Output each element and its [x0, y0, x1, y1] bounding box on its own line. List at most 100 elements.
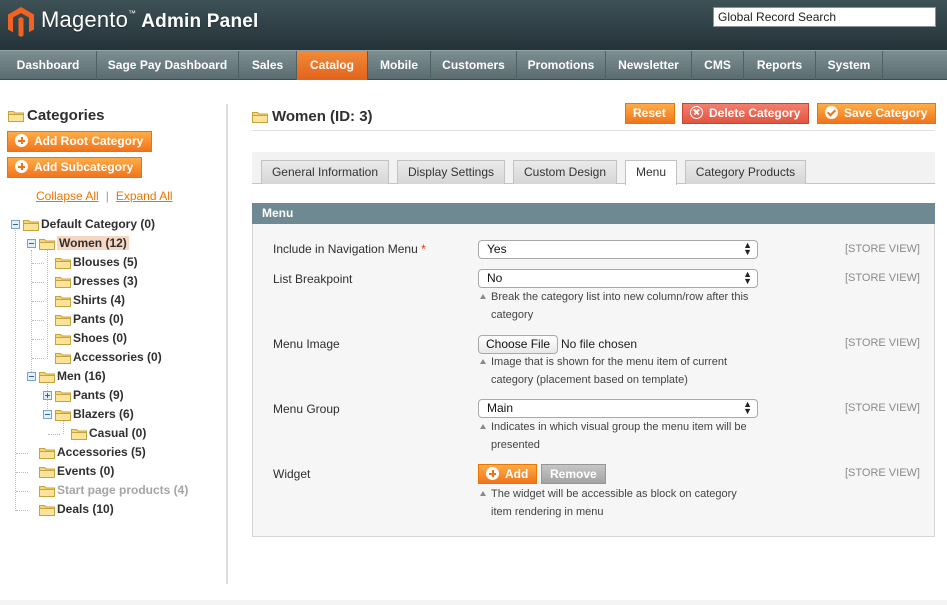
select-arrows-icon: ▲ ▼	[743, 240, 752, 257]
widget-add-button[interactable]: Add	[478, 464, 538, 484]
tree-connector	[32, 301, 44, 302]
tree-node-label: Pants (9)	[73, 388, 124, 402]
expand-icon[interactable]	[43, 391, 52, 400]
folder-icon	[55, 315, 71, 326]
folder-icon	[39, 239, 55, 250]
nav-system[interactable]: System	[816, 51, 883, 80]
folder-icon	[55, 410, 71, 421]
tree-node[interactable]: Blouses (5)	[32, 254, 138, 271]
tree-node[interactable]: Casual (0)	[48, 425, 146, 442]
category-folder-icon	[252, 112, 268, 123]
collapse-icon[interactable]	[27, 239, 36, 248]
include-nav-select[interactable]: Yes ▲ ▼	[478, 240, 758, 259]
include-nav-label-text: Include in Navigation Menu	[273, 242, 418, 256]
folder-icon	[55, 334, 71, 345]
tree-node-label: Shirts (4)	[73, 293, 126, 307]
folder-icon	[55, 258, 71, 269]
tree-node-label: Events (0)	[57, 464, 115, 478]
select-arrows-icon: ▲ ▼	[743, 399, 752, 416]
nav-sage-pay-dashboard[interactable]: Sage Pay Dashboard	[97, 51, 239, 80]
tree-connector	[16, 472, 28, 473]
tree-node[interactable]: Accessories (5)	[16, 444, 146, 461]
add-subcategory-label: Add Subcategory	[34, 160, 134, 174]
nav-sales[interactable]: Sales	[239, 51, 297, 80]
add-root-category-button[interactable]: Add Root Category	[7, 131, 153, 152]
tree-node[interactable]: Events (0)	[16, 463, 114, 480]
magento-logo-icon	[8, 7, 34, 37]
tab-category-products[interactable]: Category Products	[685, 160, 806, 184]
reset-label: Reset	[633, 106, 666, 120]
footer-strip	[0, 600, 947, 605]
tree-node[interactable]: Pants (9)	[43, 387, 124, 404]
menu-group-select[interactable]: Main ▲ ▼	[478, 399, 758, 418]
tree-connector	[32, 263, 44, 264]
tree-node[interactable]: Deals (10)	[16, 501, 114, 518]
tree-node[interactable]: Default Category (0)	[11, 216, 155, 233]
folder-icon	[39, 372, 55, 383]
nav-promotions[interactable]: Promotions	[517, 51, 606, 80]
tab-menu[interactable]: Menu	[625, 160, 677, 185]
tree-node[interactable]: Men (16)	[27, 368, 106, 385]
folder-icon	[55, 391, 71, 402]
tree-node[interactable]: Accessories (0)	[32, 349, 162, 366]
tree-node-label: Shoes (0)	[73, 331, 128, 345]
widget-note: The widget will be accessible as block o…	[480, 485, 760, 521]
tree-node[interactable]: Pants (0)	[32, 311, 124, 328]
tree-node-label: Deals (10)	[57, 502, 114, 516]
tree-node[interactable]: Blazers (6)	[43, 406, 134, 423]
nav-customers[interactable]: Customers	[431, 51, 517, 80]
nav-catalog[interactable]: Catalog	[297, 51, 368, 80]
tree-node-label: Casual (0)	[89, 426, 147, 440]
nav-reports[interactable]: Reports	[744, 51, 816, 80]
tree-connector	[32, 339, 44, 340]
nav-cms[interactable]: CMS	[692, 51, 744, 80]
tree-node[interactable]: Women (12)	[27, 235, 129, 252]
global-search-input[interactable]	[713, 7, 936, 27]
delete-category-button[interactable]: Delete Category	[682, 103, 810, 124]
widget-label: Widget	[273, 467, 311, 481]
plus-circle-icon	[15, 160, 28, 173]
tree-controls: Collapse All | Expand All	[36, 189, 173, 203]
fieldset-title: Menu	[252, 203, 935, 224]
collapse-icon[interactable]	[43, 410, 52, 419]
collapse-all-link[interactable]: Collapse All	[36, 189, 99, 203]
title-divider	[252, 130, 935, 131]
scope-label: [STORE VIEW]	[845, 337, 920, 349]
list-breakpoint-select[interactable]: No ▲ ▼	[478, 269, 758, 288]
close-circle-icon	[690, 106, 703, 119]
expand-all-link[interactable]: Expand All	[116, 189, 173, 203]
collapse-icon[interactable]	[27, 372, 36, 381]
tree-node-label: Men (16)	[57, 369, 106, 383]
plus-circle-icon	[486, 467, 499, 480]
list-breakpoint-label: List Breakpoint	[273, 272, 353, 286]
tab-custom-design[interactable]: Custom Design	[513, 160, 617, 184]
logo-text: Magento™ Admin Panel	[41, 7, 259, 33]
tree-node[interactable]: Dresses (3)	[32, 273, 138, 290]
tree-node[interactable]: Start page products (4)	[16, 482, 188, 499]
save-category-button[interactable]: Save Category	[817, 103, 937, 124]
nav-newsletter[interactable]: Newsletter	[606, 51, 692, 80]
nav-dashboard[interactable]: Dashboard	[0, 51, 97, 80]
logo-trademark: ™	[128, 9, 137, 18]
include-nav-label: Include in Navigation Menu *	[273, 242, 426, 256]
folder-icon	[55, 353, 71, 364]
plus-circle-icon	[15, 134, 28, 147]
collapse-icon[interactable]	[11, 220, 20, 229]
tree-node-label: Default Category (0)	[41, 217, 156, 231]
add-subcategory-button[interactable]: Add Subcategory	[7, 157, 143, 178]
tab-display-settings[interactable]: Display Settings	[397, 160, 505, 184]
reset-button[interactable]: Reset	[625, 103, 675, 124]
nav-mobile[interactable]: Mobile	[368, 51, 431, 80]
tree-node[interactable]: Shirts (4)	[32, 292, 125, 309]
tab-general-information[interactable]: General Information	[261, 160, 389, 184]
tree-node-label: Accessories (0)	[73, 350, 162, 364]
list-breakpoint-note: Break the category list into new column/…	[480, 288, 760, 324]
file-status-text: No file chosen	[561, 337, 638, 351]
tree-node-label: Accessories (5)	[57, 445, 146, 459]
tree-node[interactable]: Shoes (0)	[32, 330, 127, 347]
widget-remove-button[interactable]: Remove	[541, 464, 606, 484]
folder-icon	[55, 296, 71, 307]
tree-connector	[32, 282, 44, 283]
choose-file-button[interactable]: Choose File	[478, 335, 559, 354]
tree-connector	[32, 320, 44, 321]
